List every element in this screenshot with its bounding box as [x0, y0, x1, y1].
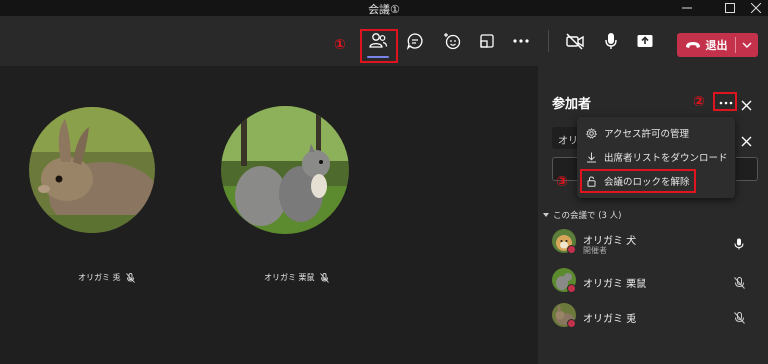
participant-row[interactable]: オリガミ 犬 開催者 — [552, 229, 758, 257]
menu-label-manage-permissions: アクセス許可の管理 — [604, 129, 690, 140]
chat-icon — [406, 33, 423, 50]
annotation-marker-3: ③ — [556, 174, 568, 190]
title-bar: 会議① — [0, 0, 768, 16]
chevron-down-icon — [742, 42, 752, 48]
annotation-box-unlock — [580, 169, 696, 193]
video-tile-squirrel[interactable] — [221, 106, 349, 234]
menu-label-download-attendance: 出席者リストをダウンロード — [604, 153, 728, 164]
microphone-icon — [734, 235, 744, 254]
status-badge — [567, 245, 576, 254]
toolbar-divider — [548, 30, 549, 52]
reactions-button[interactable] — [439, 28, 465, 54]
hang-up-icon — [685, 42, 700, 48]
share-screen-icon — [637, 35, 653, 47]
mic-toggle-button[interactable] — [598, 28, 624, 54]
close-panel-button[interactable] — [741, 96, 752, 115]
participant-name: オリガミ 兎 — [583, 314, 637, 325]
chat-button[interactable] — [402, 28, 428, 54]
mic-muted-icon — [734, 309, 745, 328]
status-badge — [567, 319, 576, 328]
participant-row[interactable]: オリガミ 栗鼠 — [552, 268, 758, 296]
menu-item-manage-permissions[interactable]: アクセス許可の管理 — [577, 123, 735, 143]
annotation-marker-1: ① — [334, 37, 346, 53]
leave-label: 退出 — [705, 39, 728, 52]
annotation-box-more — [713, 92, 737, 111]
video-tile-rabbit[interactable] — [29, 107, 155, 233]
leave-button[interactable]: 退出 — [677, 33, 735, 57]
menu-item-download-attendance[interactable]: 出席者リストをダウンロード — [577, 147, 735, 167]
annotation-box-participants — [360, 29, 398, 63]
minimize-button[interactable] — [674, 0, 700, 16]
share-invite-button-end[interactable] — [736, 157, 758, 181]
more-actions-button[interactable] — [508, 28, 534, 54]
rabbit-avatar-image — [29, 107, 155, 233]
squirrel-avatar-image — [221, 106, 349, 234]
tile-name-squirrel: オリガミ 栗鼠 — [264, 273, 315, 282]
more-horizontal-icon — [513, 39, 529, 43]
clear-invite-button[interactable] — [741, 132, 752, 151]
panel-title: 参加者 — [552, 97, 592, 112]
leave-button-group: 退出 — [677, 33, 758, 57]
section-label: この会議で (3 人) — [553, 211, 622, 221]
meeting-toolbar: ① 退出 — [0, 16, 768, 66]
mic-muted-icon — [125, 272, 135, 283]
view-button[interactable] — [474, 28, 500, 54]
share-content-button[interactable] — [632, 28, 658, 54]
participants-section-header[interactable]: この会議で (3 人) — [543, 209, 621, 221]
tile-name-rabbit: オリガミ 兎 — [78, 273, 121, 282]
participant-name: オリガミ 栗鼠 — [583, 279, 647, 290]
camera-toggle-button[interactable] — [562, 28, 588, 54]
close-window-button[interactable] — [743, 0, 768, 16]
close-icon — [741, 100, 752, 111]
mic-muted-icon — [734, 274, 745, 293]
microphone-icon — [605, 33, 617, 49]
gear-icon — [586, 127, 597, 139]
chevron-down-icon — [543, 213, 549, 217]
download-icon — [587, 152, 596, 162]
window-title: 会議① — [368, 3, 400, 16]
reaction-icon — [444, 33, 461, 50]
camera-off-icon — [566, 33, 584, 50]
participant-role: 開催者 — [583, 246, 607, 255]
video-tile-label-rabbit: オリガミ 兎 — [78, 272, 135, 283]
annotation-marker-2: ② — [693, 94, 705, 110]
mic-muted-icon — [319, 272, 329, 283]
rooms-icon — [480, 34, 494, 48]
participant-row[interactable]: オリガミ 兎 — [552, 303, 758, 331]
maximize-button[interactable] — [717, 0, 743, 16]
status-badge — [567, 284, 576, 293]
video-tile-label-squirrel: オリガミ 栗鼠 — [264, 272, 329, 283]
leave-options-button[interactable] — [736, 33, 758, 57]
close-icon — [741, 136, 752, 147]
